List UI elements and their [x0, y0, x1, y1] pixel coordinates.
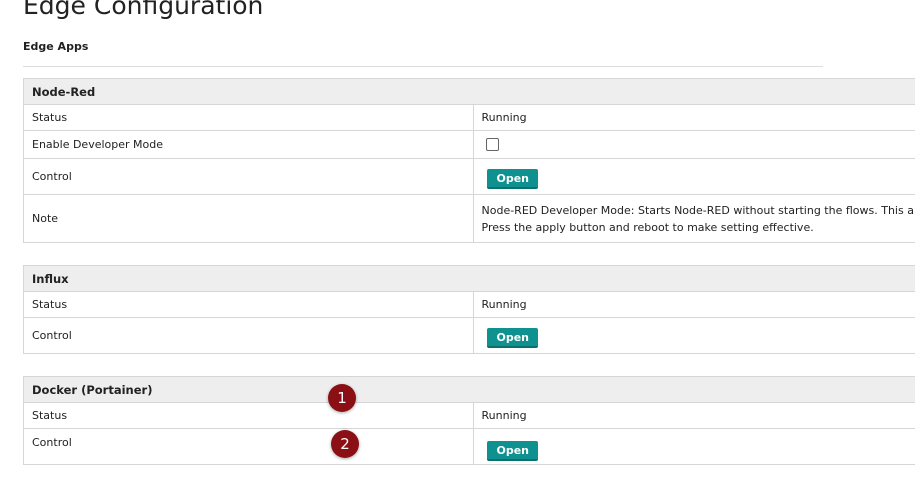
control-label: Control [23, 428, 474, 465]
section-subtitle: Edge Apps [23, 40, 89, 53]
node-red-header: Node-Red [23, 78, 915, 105]
table-row: Control Open [23, 428, 915, 465]
table-row: Enable Developer Mode [23, 130, 915, 159]
influx-open-button[interactable]: Open [486, 327, 539, 348]
docker-portainer-table: Docker (Portainer) Status Running Contro… [23, 376, 915, 465]
influx-table: Influx Status Running Control Open [23, 265, 915, 354]
docker-portainer-header: Docker (Portainer) [23, 376, 915, 403]
table-row: Status Running [23, 104, 915, 131]
note-text-line-1: Node-RED Developer Mode: Starts Node-RED… [481, 203, 915, 217]
note-text-line-2: Press the apply button and reboot to mak… [481, 220, 814, 234]
docker-open-button[interactable]: Open [486, 440, 539, 461]
page-title: Edge Configuration [23, 0, 264, 20]
developer-mode-checkbox[interactable] [485, 138, 499, 152]
table-row: Status Running [23, 291, 915, 318]
influx-header: Influx [23, 265, 915, 292]
note-label: Note [23, 194, 474, 243]
step-marker-2: 2 [331, 430, 359, 458]
step-marker-1: 1 [328, 384, 356, 412]
table-row: Note Node-RED Developer Mode: Starts Nod… [23, 194, 915, 243]
status-label: Status [23, 291, 474, 318]
table-row: Control Open [23, 158, 915, 195]
node-red-status-value: Running [472, 104, 915, 131]
control-label: Control [23, 158, 474, 195]
docker-status-value: Running [472, 402, 915, 429]
divider [23, 66, 823, 67]
table-row: Control Open [23, 317, 915, 354]
node-red-open-button[interactable]: Open [486, 168, 539, 189]
status-label: Status [23, 402, 474, 429]
developer-mode-label: Enable Developer Mode [23, 130, 474, 159]
control-label: Control [23, 317, 474, 354]
table-row: Status Running [23, 402, 915, 429]
node-red-table: Node-Red Status Running Enable Developer… [23, 78, 915, 243]
status-label: Status [23, 104, 474, 131]
influx-status-value: Running [472, 291, 915, 318]
